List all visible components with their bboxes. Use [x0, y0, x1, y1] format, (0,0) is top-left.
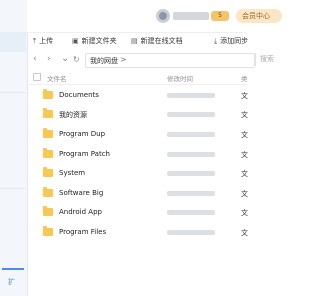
search-input[interactable]: 搜索 [255, 53, 290, 66]
storage-usage-bar [2, 268, 24, 270]
modified-time-redacted [167, 191, 215, 196]
sidebar-divider [0, 92, 26, 93]
toolbar: ⤒ 上传 ▣ 新建文件夹 ▤ 新建在线文档 ⤓ 添加同步 [27, 33, 248, 49]
folder-icon [43, 226, 53, 236]
modified-time-redacted [167, 112, 215, 117]
modified-time-redacted [167, 210, 215, 215]
file-type: 文 [241, 111, 248, 119]
file-type: 文 [241, 131, 248, 139]
folder-icon [43, 128, 53, 138]
download-icon: ⤓ [214, 37, 218, 45]
upload-button[interactable]: ⤒ 上传 [33, 36, 53, 46]
username-redacted[interactable] [173, 12, 209, 20]
file-type: 文 [241, 151, 248, 159]
breadcrumb-separator: > [120, 55, 127, 64]
forward-arrow-icon[interactable]: › [47, 54, 51, 64]
select-all-checkbox[interactable] [33, 73, 41, 81]
left-sidebar: 扩 [0, 0, 28, 296]
file-name[interactable]: Program Dup [59, 130, 105, 138]
file-list-header: 文件名 修改时间 类 [27, 70, 248, 85]
modified-time-redacted [167, 152, 215, 157]
file-name[interactable]: 我的资源 [59, 110, 87, 120]
file-name[interactable]: Program Patch [59, 150, 110, 158]
file-name[interactable]: Software Big [59, 189, 103, 197]
file-row[interactable]: Program Patch 文 [27, 145, 248, 164]
chevron-down-icon[interactable]: ⌄ [61, 53, 69, 64]
modified-time-redacted [167, 171, 215, 176]
file-type: 文 [241, 170, 248, 178]
top-bar: 5 会员中心 [27, 0, 282, 33]
file-row[interactable]: Program Dup 文 [27, 125, 248, 144]
file-row[interactable]: Android App 文 [27, 203, 248, 222]
avatar[interactable] [156, 9, 170, 23]
expand-storage-link[interactable]: 扩 [8, 277, 15, 287]
sidebar-divider [0, 188, 26, 189]
folder-icon [43, 206, 53, 216]
new-doc-icon: ▤ [131, 37, 138, 45]
column-header-type[interactable]: 类 [241, 73, 248, 83]
file-row[interactable]: System 文 [27, 164, 248, 183]
modified-time-redacted [167, 230, 215, 235]
column-header-modified[interactable]: 修改时间 [167, 73, 193, 83]
folder-icon [43, 108, 53, 118]
member-center-button[interactable]: 会员中心 [236, 9, 282, 23]
file-row[interactable]: Program Files 文 [27, 223, 248, 242]
navigation-bar: ‹ › ⌄ ↻ 我的网盘 > 搜索 [27, 52, 274, 68]
file-row[interactable]: 我的资源 文 [27, 105, 248, 124]
file-name[interactable]: Documents [59, 91, 99, 99]
file-type: 文 [241, 92, 248, 100]
column-header-name[interactable]: 文件名 [47, 73, 67, 83]
refresh-icon[interactable]: ↻ [73, 55, 80, 64]
upload-icon: ⤒ [33, 37, 37, 45]
modified-time-redacted [167, 93, 215, 98]
new-online-doc-button[interactable]: ▤ 新建在线文档 [131, 36, 183, 46]
folder-icon [43, 187, 53, 197]
file-name[interactable]: Android App [59, 208, 102, 216]
vip-level-badge: 5 [211, 11, 229, 21]
file-type: 文 [241, 190, 248, 198]
breadcrumb-item-my-drive[interactable]: 我的网盘 [90, 56, 118, 66]
breadcrumb[interactable]: 我的网盘 > [85, 53, 255, 68]
file-type: 文 [241, 229, 248, 237]
back-arrow-icon[interactable]: ‹ [33, 54, 37, 64]
folder-icon [43, 167, 53, 177]
modified-time-redacted [167, 132, 215, 137]
file-name[interactable]: System [59, 169, 85, 177]
folder-icon [43, 148, 53, 158]
sidebar-selected-item[interactable] [0, 32, 26, 52]
add-sync-button[interactable]: ⤓ 添加同步 [214, 36, 248, 46]
folder-icon [43, 89, 53, 99]
file-name[interactable]: Program Files [59, 228, 106, 236]
file-type: 文 [241, 209, 248, 217]
file-row[interactable]: Documents 文 [27, 86, 248, 105]
new-folder-icon: ▣ [72, 37, 79, 45]
file-row[interactable]: Software Big 文 [27, 184, 248, 203]
new-folder-button[interactable]: ▣ 新建文件夹 [72, 36, 117, 46]
